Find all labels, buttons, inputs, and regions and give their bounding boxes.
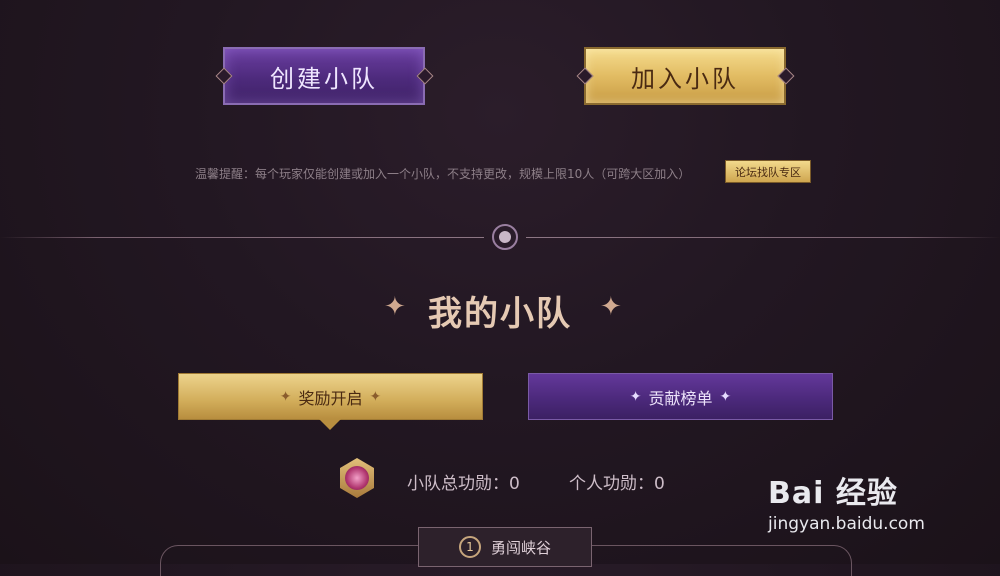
divider-left (0, 237, 484, 238)
join-team-label: 加入小队 (631, 64, 739, 93)
personal-merit: 个人功勋：0 (569, 474, 665, 494)
forum-team-button[interactable]: 论坛找队专区 (725, 160, 811, 183)
tab-reward-label: 奖励开启 (298, 388, 363, 408)
title-right-star-icon: ✦ (600, 292, 622, 322)
create-team-button[interactable]: 创建小队 (223, 47, 425, 105)
baidu-logo: Bai 经验 (768, 476, 898, 511)
notice-text: 温馨提醒：每个玩家仅能创建或加入一个小队，不支持更改，规模上限10人（可跨大区加… (195, 167, 691, 181)
forum-team-label: 论坛找队专区 (735, 165, 801, 179)
create-team-label: 创建小队 (270, 64, 378, 93)
stage-tab[interactable]: 1 勇闯峡谷 (418, 527, 592, 567)
team-total-merit: 小队总功勋：0 (407, 474, 520, 494)
baidu-url: jingyan.baidu.com (768, 514, 925, 534)
baidu-watermark: Bai 经验 jingyan.baidu.com (768, 468, 968, 534)
sparkle-icon: ✦ (719, 388, 732, 405)
tab-contribution-label: 贡献榜单 (648, 388, 713, 408)
badge-emblem (345, 466, 369, 490)
divider-medallion-icon (492, 224, 518, 250)
join-team-button[interactable]: 加入小队 (584, 47, 786, 105)
stage-label: 勇闯峡谷 (490, 538, 551, 557)
sparkle-icon: ✦ (629, 388, 642, 405)
divider-right (526, 237, 1000, 238)
my-team-title: 我的小队 (428, 294, 572, 334)
active-tab-pointer-icon (319, 419, 341, 430)
team-badge-icon (340, 458, 374, 498)
tab-reward[interactable]: ✦ 奖励开启 ✦ (178, 373, 483, 420)
sparkle-icon: ✦ (279, 388, 292, 405)
stage-number: 1 (458, 536, 481, 558)
tab-contribution[interactable]: ✦ 贡献榜单 ✦ (528, 373, 833, 420)
sparkle-icon: ✦ (369, 388, 382, 405)
